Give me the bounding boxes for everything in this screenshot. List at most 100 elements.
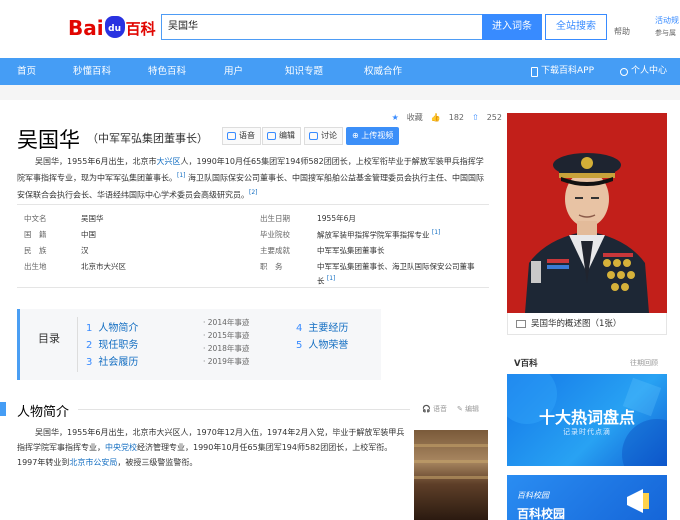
catalog-subitem-label: 2018年事迹 — [207, 344, 250, 353]
nav-miaodong[interactable]: 秒懂百科 — [73, 58, 111, 85]
catalog-subitem-label: 2019年事迹 — [207, 357, 250, 366]
ref-1[interactable]: [1] — [177, 172, 186, 179]
voice-label: 语音 — [239, 131, 255, 140]
baidu-baike-logo[interactable]: Bai du 百科 — [68, 14, 156, 42]
entry-summary: 吴国华，1955年6月出生，北京市大兴区人，1990年10月任65集团军194师… — [17, 155, 489, 202]
past-review-link[interactable]: 往期回顾 — [630, 358, 658, 368]
catalog-number: 1 — [86, 323, 93, 334]
activity-sub-link[interactable]: 参与属 — [655, 28, 676, 38]
catalog-item-label: 社会履历 — [98, 357, 139, 368]
share-icon[interactable]: ⇧ — [472, 113, 479, 122]
phone-icon — [531, 66, 538, 77]
site-search-button[interactable]: 全站搜索 — [545, 14, 607, 40]
thumbs-up-icon[interactable]: 👍 — [431, 113, 441, 122]
nav-featured[interactable]: 特色百科 — [148, 58, 186, 85]
catalog-subitem[interactable]: · 2015年事迹 — [203, 330, 249, 341]
info-value-text: 长 — [317, 276, 325, 286]
catalog-subitem[interactable]: · 2014年事迹 — [203, 317, 249, 328]
plus-icon: ⊕ — [352, 131, 362, 140]
info-key: 民 族 — [24, 246, 47, 255]
catalog-item-profile[interactable]: 1 人物简介 — [86, 319, 138, 334]
campus-card-title: 百科校园 — [517, 507, 566, 520]
campus-card-tag: 百科校园 — [517, 491, 549, 500]
catalog-subitem[interactable]: · 2018年事迹 — [203, 343, 249, 354]
catalog-subitem-label: 2014年事迹 — [207, 318, 250, 327]
basic-info-box: 中文名 吴国华 国 籍 中国 民 族 汉 出生地 北京市大兴区 出生日期 195… — [17, 204, 489, 288]
info-key: 主要成就 — [260, 246, 290, 255]
section-divider — [78, 409, 410, 410]
discuss-label: 讨论 — [321, 131, 337, 140]
police-bureau-link[interactable]: 北京市公安局 — [69, 458, 117, 467]
edit-button[interactable]: 编辑 — [262, 127, 301, 145]
portrait-image[interactable] — [507, 113, 667, 313]
main-nav: 首页 秒懂百科 特色百科 用户 知识专题 权威合作 下载百科APP 个人中心 — [0, 58, 680, 85]
personal-center-link[interactable]: 个人中心 — [620, 58, 667, 85]
info-key: 毕业院校 — [260, 230, 290, 239]
headphone-icon — [227, 132, 236, 140]
ref-2[interactable]: [2] — [249, 189, 258, 196]
catalog-item-social-resume[interactable]: 3 社会履历 — [86, 353, 138, 368]
section-voice-label: 语音 — [432, 405, 447, 413]
share-count: 252 — [486, 113, 502, 122]
overview-image-link[interactable]: 吴国华的概述图（1张） — [507, 313, 667, 335]
edit-label: 编辑 — [279, 131, 295, 140]
catalog-number: 3 — [86, 357, 93, 368]
paw-icon: du — [104, 16, 125, 38]
collect-label[interactable]: 收藏 — [407, 112, 423, 123]
personal-center-label: 个人中心 — [631, 66, 668, 76]
hot-words-card[interactable]: 十大热词盘点 记录时代点滴 — [507, 374, 667, 466]
info-value: 解放军装甲指挥学院军事指挥专业 [1] — [317, 229, 440, 241]
search-input[interactable]: 吴国华 — [161, 14, 482, 40]
section-edit-label: 编辑 — [465, 405, 480, 413]
nav-topics[interactable]: 知识专题 — [285, 58, 323, 85]
enter-entry-button[interactable]: 进入词条 — [482, 14, 542, 40]
section-photo[interactable] — [414, 430, 488, 520]
party-school-link[interactable]: 中央党校 — [105, 443, 137, 452]
upload-video-button[interactable]: ⊕ 上传视频 — [346, 127, 400, 145]
download-app-link[interactable]: 下载百科APP — [531, 58, 594, 85]
daxing-link[interactable]: 大兴区 — [156, 157, 180, 166]
nav-home[interactable]: 首页 — [17, 58, 36, 85]
catalog-item-label: 主要经历 — [308, 323, 349, 334]
vbaike-title: V百科 — [514, 359, 538, 369]
catalog-item-label: 现任职务 — [98, 340, 139, 351]
section-edit-button[interactable]: ✎ 编辑 — [457, 404, 479, 414]
catalog-item-honors[interactable]: 5 人物荣誉 — [296, 336, 348, 351]
upload-label: 上传视频 — [361, 131, 394, 140]
discuss-button[interactable]: 讨论 — [304, 127, 343, 145]
voice-button[interactable]: 语音 — [222, 127, 261, 145]
info-value-text: 解放军装甲指挥学院军事指挥专业 — [317, 230, 430, 240]
info-value: 汉 — [81, 246, 89, 255]
nav-user[interactable]: 用户 — [224, 58, 243, 85]
info-value: 长 [1] — [317, 275, 335, 287]
like-count: 182 — [448, 113, 465, 122]
baike-campus-card[interactable]: 百科校园 百科校园 — [507, 475, 667, 520]
info-key: 国 籍 — [24, 230, 47, 239]
catalog-subitem-label: 2015年事迹 — [207, 331, 250, 340]
download-app-label: 下载百科APP — [541, 66, 595, 76]
catalog-item-experience[interactable]: 4 主要经历 — [296, 319, 348, 334]
section-voice-button[interactable]: 🎧 语音 — [422, 404, 447, 414]
ref-1[interactable]: [1] — [432, 229, 441, 236]
entry-stats: ★ 收藏 👍 182 ⇧ 252 — [392, 112, 502, 123]
catalog-subitem[interactable]: · 2019年事迹 — [203, 356, 249, 367]
summary-text-1: 吴国华，1955年6月出生，北京市 — [35, 157, 157, 166]
hot-words-subtitle: 记录时代点滴 — [563, 428, 611, 436]
pencil-icon — [267, 132, 276, 140]
catalog-item-current-position[interactable]: 2 现任职务 — [86, 336, 138, 351]
photo-detail — [414, 460, 488, 463]
info-key: 出生地 — [24, 262, 47, 271]
nav-authority[interactable]: 权威合作 — [364, 58, 402, 85]
entry-title: 吴国华 — [17, 128, 80, 152]
help-link[interactable]: 帮助 — [614, 26, 630, 37]
chat-icon — [309, 132, 318, 140]
image-icon — [516, 319, 526, 328]
logo-text: Bai — [68, 16, 104, 40]
info-value: 1955年6月 — [317, 214, 356, 223]
ref-1[interactable]: [1] — [327, 275, 336, 282]
info-key: 职 务 — [260, 262, 283, 271]
section-accent-bar — [0, 402, 6, 416]
activity-link[interactable]: 活动规 — [655, 15, 679, 26]
star-icon[interactable]: ★ — [392, 113, 399, 122]
catalog-number: 4 — [296, 323, 303, 334]
